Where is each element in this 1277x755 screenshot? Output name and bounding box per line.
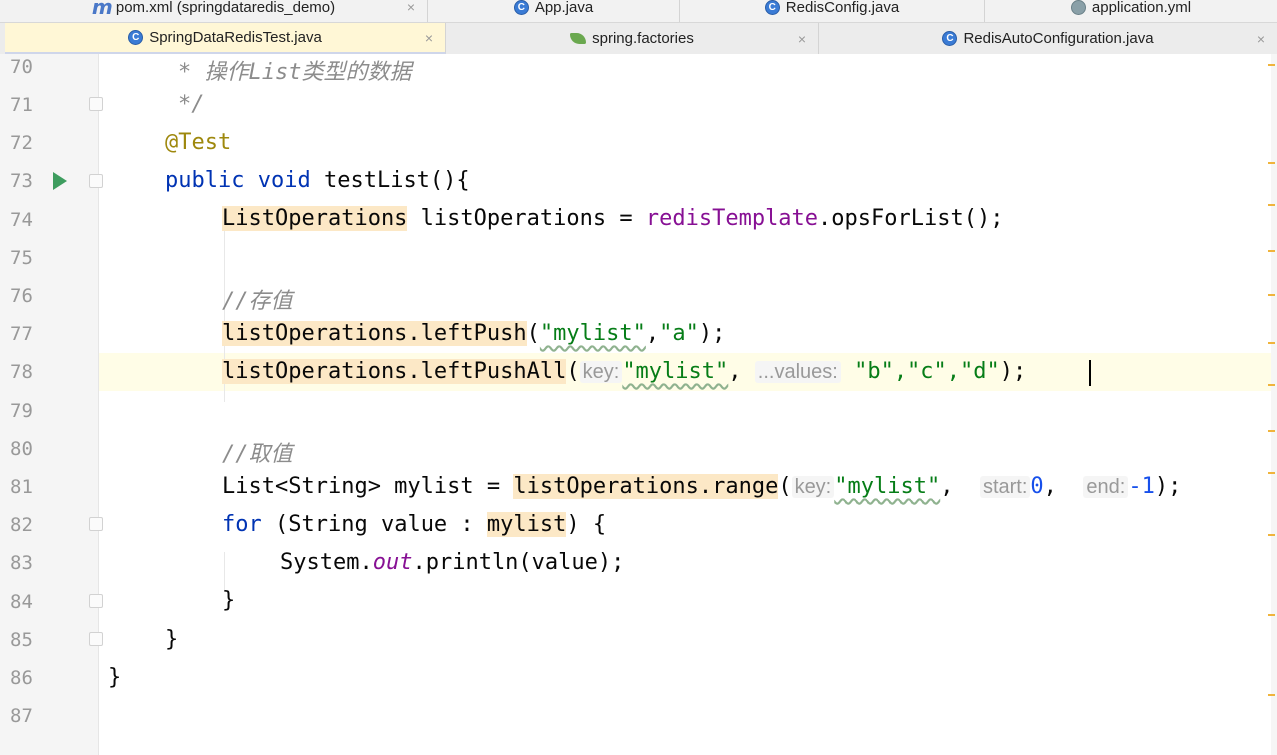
code-line-83: System.out.println(value); — [280, 550, 625, 575]
line-number: 78 — [10, 361, 33, 383]
editor-scrollbar[interactable] — [1271, 54, 1277, 755]
tab-redisautoconfiguration-java[interactable]: C RedisAutoConfiguration.java × — [819, 23, 1277, 54]
tab-redisconfig-java[interactable]: C RedisConfig.java — [680, 0, 985, 22]
maven-icon: m — [91, 0, 113, 19]
line-number: 76 — [10, 285, 33, 307]
indent-guide — [224, 552, 225, 592]
line-number: 87 — [10, 705, 33, 727]
tab-springdataredistest-java[interactable]: C SpringDataRedisTest.java × — [5, 23, 446, 54]
line-number: 72 — [10, 132, 33, 154]
warning-stripe-marker[interactable] — [1268, 384, 1275, 386]
line-number: 86 — [10, 667, 33, 689]
tab-label: RedisConfig.java — [785, 0, 900, 16]
param-hint: start: — [979, 476, 1031, 498]
tab-label: App.java — [534, 0, 594, 16]
param-hint: key: — [579, 361, 623, 383]
warning-stripe-marker[interactable] — [1268, 472, 1275, 474]
warning-stripe-marker[interactable] — [1268, 162, 1275, 164]
warning-stripe-marker[interactable] — [1268, 64, 1275, 66]
fold-marker-icon[interactable] — [89, 97, 103, 111]
line-number: 84 — [10, 591, 33, 613]
close-icon[interactable]: × — [407, 0, 415, 15]
line-number: 73 — [10, 170, 33, 192]
warning-stripe-marker[interactable] — [1268, 294, 1275, 296]
line-number: 80 — [10, 438, 33, 460]
param-hint: end: — [1083, 476, 1129, 498]
warning-stripe-marker[interactable] — [1268, 342, 1275, 344]
param-hint: key: — [791, 476, 835, 498]
line-number: 82 — [10, 514, 33, 536]
tab-app-java[interactable]: C App.java — [428, 0, 680, 22]
code-line-74: ListOperations listOperations = redisTem… — [222, 206, 1004, 231]
tab-label: spring.factories — [592, 30, 694, 47]
line-number: 83 — [10, 552, 33, 574]
spring-leaf-icon — [570, 33, 587, 44]
line-number: 81 — [10, 476, 33, 498]
tab-label: pom.xml (springdataredis_demo) — [115, 0, 336, 16]
code-line-84: } — [222, 588, 236, 613]
java-class-icon: C — [764, 0, 780, 15]
warning-stripe-marker[interactable] — [1268, 534, 1275, 536]
java-class-icon: C — [128, 30, 144, 45]
code-line-77: listOperations.leftPush("mylist","a"); — [222, 321, 726, 346]
run-test-icon[interactable] — [53, 172, 67, 190]
code-line-78: listOperations.leftPushAll(key: "mylist",… — [222, 359, 1027, 384]
warning-stripe-marker[interactable] — [1268, 614, 1275, 616]
line-number: 85 — [10, 629, 33, 651]
fold-marker-icon[interactable] — [89, 517, 103, 531]
tab-label: application.yml — [1091, 0, 1192, 16]
tab-label: RedisAutoConfiguration.java — [963, 30, 1154, 47]
editor-tabs-row-1: m pom.xml (springdataredis_demo) × C App… — [0, 0, 1277, 23]
tab-spring-factories[interactable]: spring.factories × — [446, 23, 819, 54]
fold-marker-icon[interactable] — [89, 594, 103, 608]
line-number: 75 — [10, 247, 33, 269]
code-line-73: public void testList(){ — [165, 168, 470, 193]
code-editor[interactable]: 70 71 72 73 74 75 76 77 78 79 80 81 82 8… — [0, 54, 1277, 755]
tab-label: SpringDataRedisTest.java — [149, 29, 322, 46]
code-line-71: */ — [178, 92, 205, 117]
tab-application-yml[interactable]: application.yml — [985, 0, 1277, 22]
close-icon[interactable]: × — [425, 30, 433, 46]
warning-stripe-marker[interactable] — [1268, 250, 1275, 252]
line-number: 79 — [10, 400, 33, 422]
code-line-85: } — [165, 627, 179, 652]
code-line-72: @Test — [165, 130, 232, 155]
close-icon[interactable]: × — [1257, 31, 1265, 47]
close-icon[interactable]: × — [798, 31, 806, 47]
line-number: 71 — [10, 94, 33, 116]
code-line-81: List<String> mylist = listOperations.ran… — [222, 474, 1182, 499]
fold-marker-icon[interactable] — [89, 174, 103, 188]
warning-stripe-marker[interactable] — [1268, 430, 1275, 432]
text-caret — [1089, 360, 1091, 386]
warning-stripe-marker[interactable] — [1268, 694, 1275, 696]
java-class-icon: C — [942, 31, 958, 46]
param-hint: ...values: — [754, 361, 841, 383]
line-number: 77 — [10, 323, 33, 345]
code-line-80: //取值 — [222, 442, 293, 467]
warning-stripe-marker[interactable] — [1268, 204, 1275, 206]
code-line-70: * 操作List类型的数据 — [178, 60, 412, 85]
code-line-86: } — [108, 665, 122, 690]
fold-marker-icon[interactable] — [89, 632, 103, 646]
editor-tabs-row-2: C SpringDataRedisTest.java × spring.fact… — [0, 23, 1277, 55]
java-class-icon: C — [513, 0, 529, 15]
line-number: 74 — [10, 209, 33, 231]
line-number: 70 — [10, 56, 33, 78]
yaml-gear-icon — [1070, 0, 1086, 15]
tab-pom-xml[interactable]: m pom.xml (springdataredis_demo) × — [0, 0, 428, 22]
code-line-76: //存值 — [222, 289, 293, 314]
code-line-82: for (String value : mylist) { — [222, 512, 607, 537]
